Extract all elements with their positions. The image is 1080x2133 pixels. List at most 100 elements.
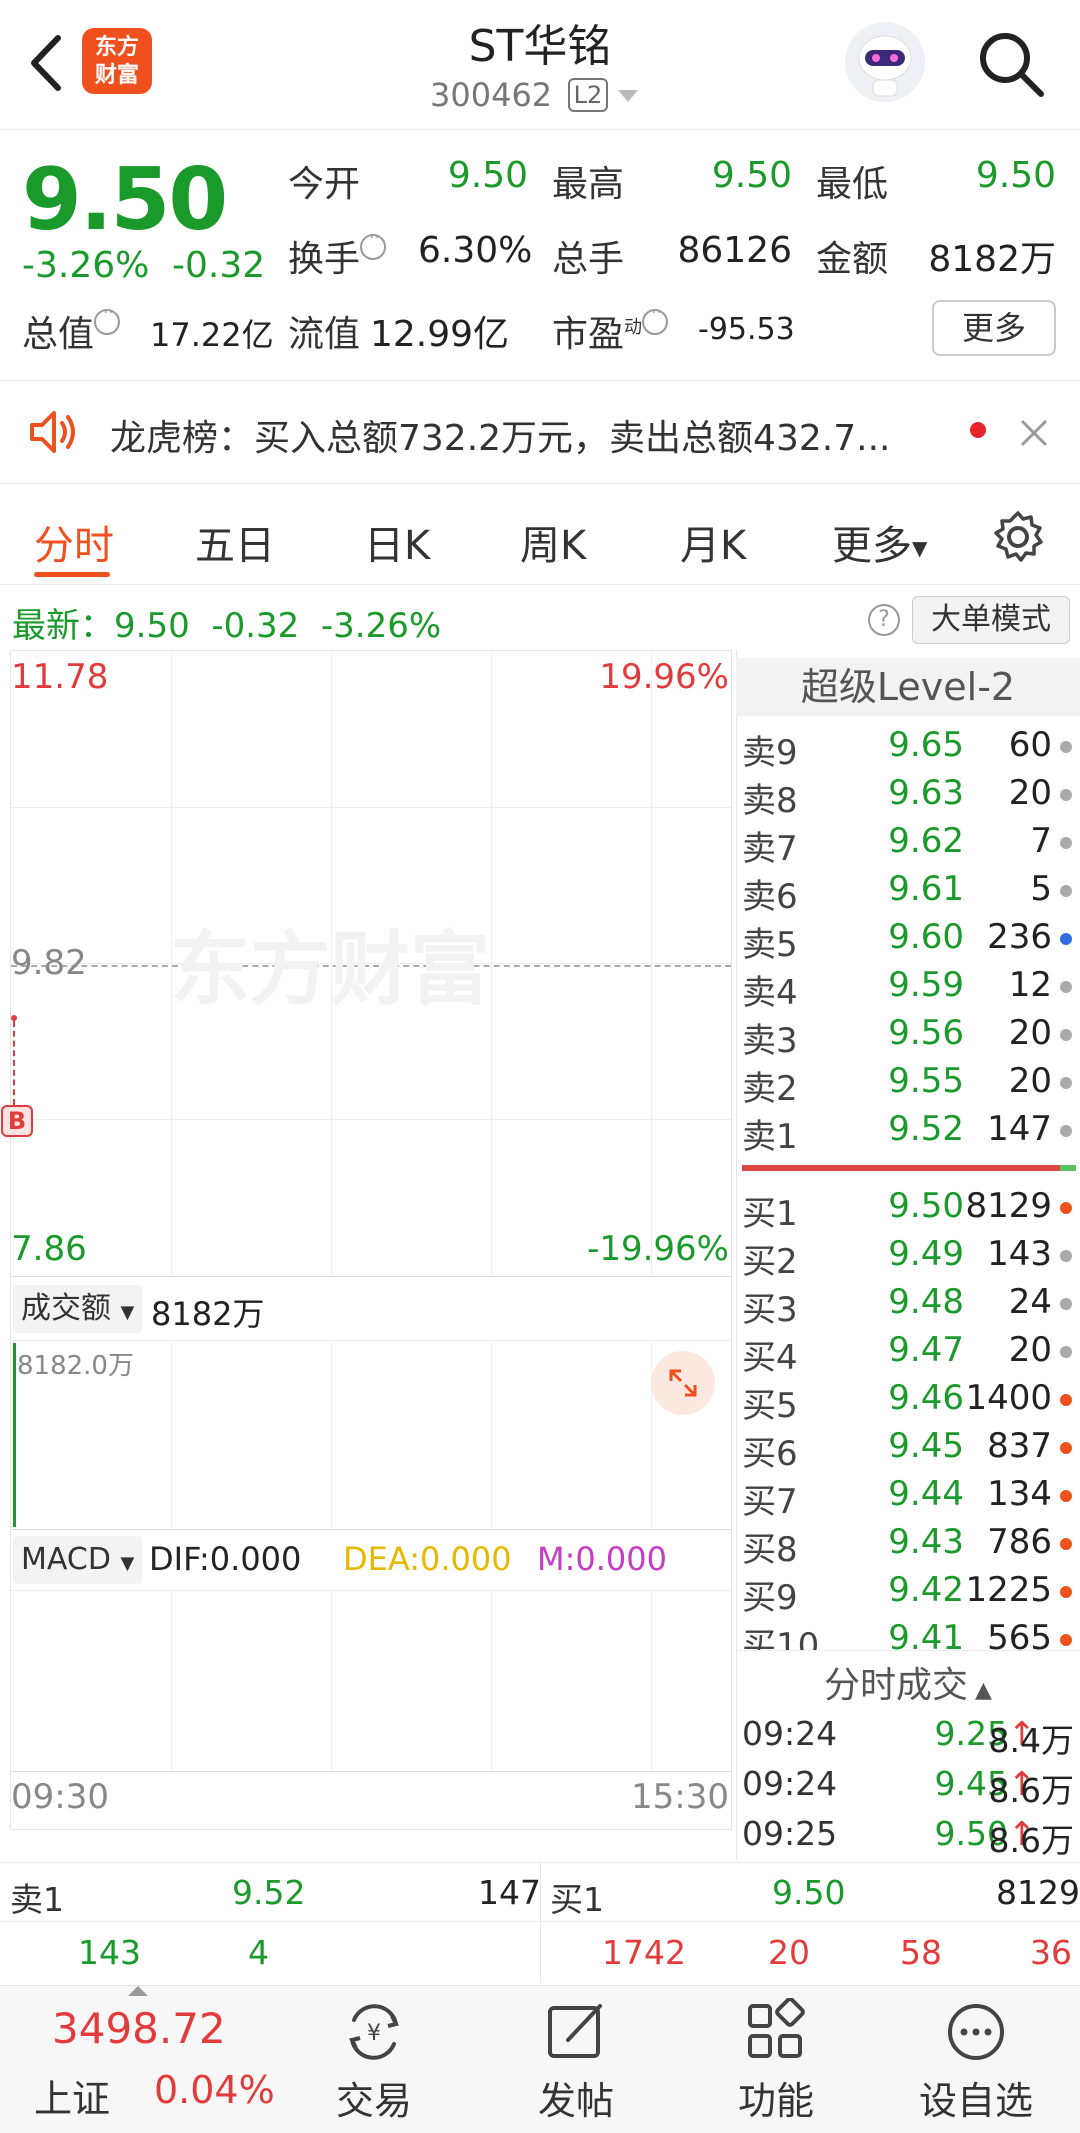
bid-row[interactable]: 买4 9.47 20 <box>742 1330 1072 1378</box>
nav-functions-label: 功能 <box>737 2079 814 2123</box>
help-icon[interactable]: ? <box>868 604 900 636</box>
ask-price: 9.55 <box>888 1061 964 1101</box>
bid-price: 9.41 <box>888 1618 964 1650</box>
notice-bar[interactable]: 龙虎榜：买入总额732.2万元，卖出总额432.7... <box>0 380 1080 484</box>
tick-trades-title[interactable]: 分时成交 ▲ <box>736 1656 1080 1708</box>
pe-value: -95.53 <box>698 312 795 347</box>
settings-gear-icon[interactable] <box>990 509 1046 565</box>
turnover-info-icon[interactable] <box>360 230 387 260</box>
search-icon[interactable] <box>975 28 1047 100</box>
close-icon[interactable] <box>1018 417 1050 449</box>
tab-monthly-k[interactable]: 月K <box>680 513 746 571</box>
ask-row[interactable]: 卖7 9.62 7 <box>742 821 1072 869</box>
nav-functions[interactable]: 功能 <box>676 1986 876 2133</box>
ask-row[interactable]: 卖3 9.56 20 <box>742 1013 1072 1061</box>
bid-row[interactable]: 买2 9.49 143 <box>742 1234 1072 1282</box>
big-order-mode-button[interactable]: 大单模式 <box>912 596 1070 644</box>
macd-selector[interactable]: MACD ▼ <box>13 1536 143 1584</box>
bid-row[interactable]: 买3 9.48 24 <box>742 1282 1072 1330</box>
index-value: 3498.72 <box>52 2004 226 2053</box>
bid-row[interactable]: 买8 9.43 786 <box>742 1522 1072 1570</box>
tab-weekly-k[interactable]: 周K <box>520 513 586 571</box>
ask-row[interactable]: 卖8 9.63 20 <box>742 773 1072 821</box>
tab-five-day[interactable]: 五日 <box>195 513 275 571</box>
watermark: 东方财富 <box>170 923 490 1016</box>
index-ticker[interactable]: 3498.72 上证 0.04% <box>0 1986 280 2133</box>
float-cap-value: 12.99亿 <box>370 314 510 355</box>
ask-row[interactable]: 卖1 9.52 147 <box>742 1109 1072 1157</box>
ask-price: 9.62 <box>888 821 964 861</box>
tick-trades-title-text: 分时成交 <box>824 1665 969 1706</box>
intraday-chart[interactable]: 11.78 19.96% 9.82 7.86 -19.96% B 成交额 ▼ 8… <box>1 650 732 1830</box>
nav-post[interactable]: 发帖 <box>476 1986 676 2133</box>
ask-row[interactable]: 卖2 9.55 20 <box>742 1061 1072 1109</box>
volume-bar <box>13 1343 16 1527</box>
bid-status-dot <box>1060 1634 1072 1646</box>
stock-switch-caret-icon[interactable] <box>618 90 638 102</box>
bid-row[interactable]: 买9 9.42 1225 <box>742 1570 1072 1618</box>
ask-row[interactable]: 卖4 9.59 12 <box>742 965 1072 1013</box>
level1-strip[interactable]: 卖1 9.52 147 买1 9.50 8129 143 4 1742 20 5… <box>0 1862 1080 1983</box>
ask-row[interactable]: 卖9 9.65 60 <box>742 725 1072 773</box>
ask-status-dot <box>1060 981 1072 993</box>
ask-status-dot <box>1060 789 1072 801</box>
ask-price: 9.59 <box>888 965 964 1005</box>
expand-chart-button[interactable] <box>651 1351 715 1415</box>
robot-assistant-icon[interactable] <box>845 22 925 102</box>
stock-code: 300462 <box>430 76 553 114</box>
pct-min-label: -19.96% <box>587 1229 729 1269</box>
strip-bid-price: 9.50 <box>772 1873 846 1912</box>
index-name: 上证 <box>34 2077 111 2121</box>
time-end-label: 15:30 <box>631 1777 729 1817</box>
ask-level-label: 卖8 <box>742 781 798 821</box>
buy-marker-badge[interactable]: B <box>1 1105 33 1137</box>
macd-dea: DEA:0.000 <box>343 1540 512 1578</box>
nav-trade[interactable]: ¥ 交易 <box>274 1986 474 2133</box>
bid-volume: 837 <box>987 1426 1052 1466</box>
bid-row[interactable]: 买7 9.44 134 <box>742 1474 1072 1522</box>
bid-volume: 143 <box>987 1234 1052 1274</box>
bid-level-label: 买4 <box>742 1338 798 1378</box>
bid-row[interactable]: 买1 9.50 8129 <box>742 1186 1072 1234</box>
volume-selector[interactable]: 成交额 ▼ <box>13 1285 143 1333</box>
bid-row[interactable]: 买10 9.41 565 <box>742 1618 1072 1650</box>
back-arrow-icon[interactable] <box>22 28 72 98</box>
market-cap-info-icon[interactable] <box>94 305 121 335</box>
price-min-label: 7.86 <box>11 1229 87 1269</box>
macd-header: MACD ▼ DIF:0.000 DEA:0.000 M:0.000 <box>11 1529 731 1591</box>
volume-max-label: 8182.0万 <box>17 1351 134 1381</box>
tab-daily-k[interactable]: 日K <box>364 513 430 571</box>
bid-level-label: 买2 <box>742 1242 798 1282</box>
open-value: 9.50 <box>447 155 528 196</box>
top-bar: 东方财富 ST华铭 300462 L2 <box>0 0 1080 130</box>
pe-superscript: 动 <box>624 317 643 338</box>
bid-volume: 134 <box>987 1474 1052 1514</box>
bid-row[interactable]: 买5 9.46 1400 <box>742 1378 1072 1426</box>
marker-line <box>13 1021 15 1105</box>
expand-icon <box>669 1369 697 1397</box>
bid-price: 9.47 <box>888 1330 964 1370</box>
bid-volume: 1225 <box>965 1570 1052 1610</box>
open-label: 今开 <box>288 164 361 205</box>
change-percent: -3.26% <box>22 245 150 286</box>
nav-watchlist[interactable]: 设自选 <box>876 1986 1076 2133</box>
tab-more[interactable]: 更多▼ <box>832 513 927 571</box>
app-logo[interactable]: 东方财富 <box>82 28 152 94</box>
bid-row[interactable]: 买6 9.45 837 <box>742 1426 1072 1474</box>
strip-buy-count-3: 58 <box>900 1933 942 1972</box>
ask-price: 9.65 <box>888 725 964 765</box>
bid-volume: 1400 <box>965 1378 1052 1418</box>
level2-badge[interactable]: L2 <box>568 78 608 112</box>
tab-intraday[interactable]: 分时 <box>34 513 114 571</box>
order-book-title[interactable]: 超级Level-2 <box>736 658 1080 716</box>
ask-row[interactable]: 卖6 9.61 5 <box>742 869 1072 917</box>
ask-status-dot <box>1060 1125 1072 1137</box>
bid-level-label: 买10 <box>742 1626 820 1650</box>
float-cap-label: 流值 <box>288 314 361 355</box>
turnover-label-text: 换手 <box>288 239 361 280</box>
pe-info-icon[interactable] <box>642 305 669 335</box>
trade-volume: 8.4万 <box>988 1721 1074 1760</box>
more-fields-button[interactable]: 更多 <box>932 300 1056 356</box>
ask-level-label: 卖9 <box>742 733 798 773</box>
ask-row[interactable]: 卖5 9.60 236 <box>742 917 1072 965</box>
